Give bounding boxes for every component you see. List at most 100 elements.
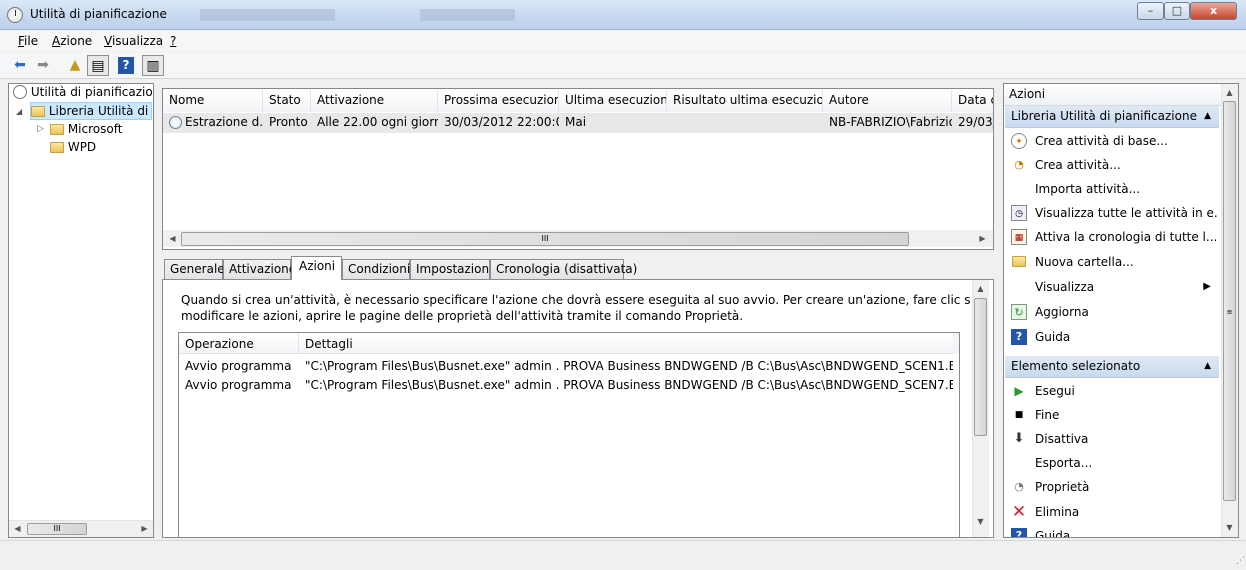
- back-arrow-icon[interactable]: ⬅: [9, 55, 31, 76]
- folder-icon: [31, 106, 45, 117]
- column-header[interactable]: Operazione: [185, 337, 254, 351]
- task-name: Estrazione d...: [185, 115, 263, 129]
- scroll-up-icon[interactable]: ▲: [973, 281, 988, 296]
- tree-item-library[interactable]: Libreria Utilità di pianificazione: [30, 102, 152, 120]
- tree-item-root[interactable]: Utilità di pianificazione (locale): [13, 85, 152, 99]
- scroll-down-icon[interactable]: ▼: [1222, 520, 1237, 535]
- scroll-left-icon[interactable]: ◀: [10, 521, 25, 536]
- action-esporta[interactable]: Esporta...: [1005, 451, 1219, 475]
- column-header[interactable]: Dettagli: [305, 337, 353, 351]
- actions-pane-title: Azioni: [1004, 84, 1222, 106]
- action-label: Visualizza: [1035, 280, 1095, 294]
- action-label: Fine: [1035, 408, 1060, 422]
- action-guida[interactable]: ? Guida: [1005, 325, 1219, 349]
- menu-file[interactable]: File: [18, 34, 38, 48]
- header-filler: [953, 333, 959, 354]
- description-line: Quando si crea un'attività, è necessario…: [181, 293, 971, 307]
- action-label: Nuova cartella...: [1035, 255, 1134, 269]
- tab-generale[interactable]: Generale: [164, 259, 225, 279]
- maximize-button[interactable]: □: [1164, 2, 1190, 20]
- action-operation[interactable]: Avvio programma: [185, 378, 291, 392]
- action-aggiorna[interactable]: ↻ Aggiorna: [1005, 300, 1219, 324]
- help-icon[interactable]: ?: [118, 57, 134, 74]
- tab-impostazioni[interactable]: Impostazioni: [410, 259, 492, 279]
- column-header[interactable]: Ultima esecuzione: [559, 90, 667, 112]
- properties-icon: ◔: [1014, 480, 1024, 493]
- expand-triangle-icon[interactable]: ▷: [37, 124, 44, 134]
- menu-help[interactable]: ?: [170, 34, 176, 48]
- resize-grip-icon[interactable]: ⋰: [1236, 556, 1245, 566]
- action-elimina[interactable]: ✕ Elimina: [1005, 500, 1219, 524]
- scroll-thumb[interactable]: [974, 298, 987, 436]
- section-header-selected[interactable]: Elemento selezionato ▲: [1005, 356, 1219, 378]
- action-label: Crea attività...: [1035, 158, 1121, 172]
- column-header[interactable]: Stato: [263, 90, 311, 112]
- background-window-strip: [200, 9, 335, 21]
- scroll-down-icon[interactable]: ▼: [973, 514, 988, 529]
- tree-item-label: Utilità di pianificazione (locale): [30, 85, 152, 99]
- scroll-left-icon[interactable]: ◀: [165, 231, 180, 246]
- minimize-button[interactable]: –: [1137, 2, 1164, 20]
- column-header[interactable]: Data c: [952, 90, 993, 112]
- disable-icon: ⬇: [1013, 431, 1025, 446]
- action-visualizza[interactable]: Visualizza ▶: [1005, 275, 1219, 299]
- action-nuova-cartella[interactable]: Nuova cartella...: [1005, 250, 1219, 274]
- action-fine[interactable]: ■ Fine: [1005, 403, 1219, 427]
- scroll-right-icon[interactable]: ▶: [975, 231, 990, 246]
- up-folder-icon[interactable]: ▲: [64, 55, 86, 76]
- tree-item-label: WPD: [67, 140, 97, 154]
- forward-arrow-icon[interactable]: ➡: [32, 55, 54, 76]
- action-crea-attivita-base[interactable]: ✦ Crea attività di base...: [1005, 129, 1219, 153]
- history-icon: ▦: [1011, 229, 1027, 245]
- action-esegui[interactable]: ▶ Esegui: [1005, 379, 1219, 403]
- status-bar: [0, 540, 1246, 570]
- tab-azioni[interactable]: Azioni: [291, 256, 342, 280]
- column-header[interactable]: Risultato ultima esecuzione: [667, 90, 823, 112]
- action-details[interactable]: "C:\Program Files\Bus\Busnet.exe" admin …: [305, 359, 953, 373]
- collapse-arrow-icon[interactable]: ▲: [1204, 356, 1211, 377]
- action-guida-selected[interactable]: ? Guida: [1005, 524, 1219, 537]
- action-operation[interactable]: Avvio programma: [185, 359, 291, 373]
- action-visualizza-tutte[interactable]: ◷ Visualizza tutte le attività in e...: [1005, 201, 1219, 225]
- tab-cronologia[interactable]: Cronologia (disattivata): [490, 259, 637, 279]
- refresh-icon: ↻: [1011, 304, 1027, 320]
- delete-icon: ✕: [1011, 502, 1027, 522]
- scroll-thumb[interactable]: III: [181, 232, 909, 246]
- scroll-right-icon[interactable]: ▶: [137, 521, 152, 536]
- folder-icon: [50, 124, 64, 135]
- background-window-strip: [420, 9, 515, 21]
- collapse-triangle-icon[interactable]: ◢: [16, 107, 22, 116]
- menu-azione[interactable]: Azione: [52, 34, 92, 48]
- column-header[interactable]: Prossima esecuzione: [438, 90, 559, 112]
- show-hide-console-tree-icon[interactable]: ▤: [87, 55, 109, 76]
- title-bar: [0, 0, 1246, 30]
- scroll-thumb[interactable]: ≡: [1223, 101, 1236, 501]
- action-crea-attivita[interactable]: ◔ Crea attività...: [1005, 153, 1219, 177]
- action-importa-attivita[interactable]: Importa attività...: [1005, 177, 1219, 201]
- menu-bar: [0, 31, 1246, 51]
- tab-condizioni[interactable]: Condizioni: [342, 259, 410, 279]
- section-header-library[interactable]: Libreria Utilità di pianificazione ▲: [1005, 106, 1219, 128]
- tab-attivazione[interactable]: Attivazione: [223, 259, 296, 279]
- action-label: Attiva la cronologia di tutte l...: [1035, 230, 1218, 244]
- column-header[interactable]: Attivazione: [311, 90, 438, 112]
- stop-icon: ■: [1014, 410, 1024, 420]
- action-details[interactable]: "C:\Program Files\Bus\Busnet.exe" admin …: [305, 378, 953, 392]
- scroll-thumb[interactable]: III: [27, 523, 87, 535]
- collapse-arrow-icon[interactable]: ▲: [1204, 106, 1211, 127]
- tree-item-wpd[interactable]: WPD: [50, 140, 96, 154]
- column-header[interactable]: Autore: [823, 90, 952, 112]
- clock-icon: [13, 85, 27, 99]
- scroll-up-icon[interactable]: ▲: [1222, 85, 1237, 100]
- tree-item-microsoft[interactable]: Microsoft: [50, 122, 122, 136]
- close-button[interactable]: x: [1190, 2, 1237, 20]
- show-hide-action-pane-icon[interactable]: ▥: [142, 55, 164, 76]
- column-header[interactable]: Nome: [163, 90, 263, 112]
- menu-visualizza[interactable]: Visualizza: [104, 34, 163, 48]
- action-attiva-cronologia[interactable]: ▦ Attiva la cronologia di tutte l...: [1005, 225, 1219, 249]
- action-label: Crea attività di base...: [1035, 134, 1168, 148]
- task-last-run: Mai: [565, 115, 587, 129]
- action-disattiva[interactable]: ⬇ Disattiva: [1005, 427, 1219, 451]
- create-task-icon: ◔: [1014, 158, 1024, 171]
- action-proprieta[interactable]: ◔ Proprietà: [1005, 475, 1219, 499]
